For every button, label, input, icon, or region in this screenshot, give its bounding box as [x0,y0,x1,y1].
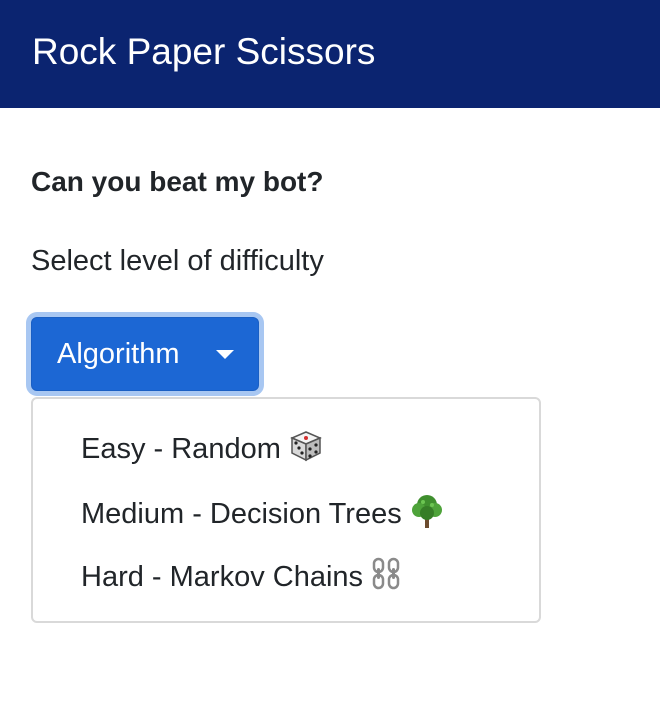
caret-down-icon [216,350,234,359]
algorithm-dropdown-label: Algorithm [57,338,180,370]
navbar: Rock Paper Scissors [0,0,660,108]
navbar-brand[interactable]: Rock Paper Scissors [32,30,375,74]
chain-icon [371,557,401,600]
dropdown-item-medium[interactable]: Medium - Decision Trees [33,479,539,543]
dice-icon [289,429,323,472]
tree-icon [410,493,444,538]
dropdown-item-hard[interactable]: Hard - Markov Chains [33,543,539,607]
dropdown-item-label: Easy - Random [81,433,281,466]
algorithm-dropdown-button[interactable]: Algorithm [31,317,259,391]
page-heading: Can you beat my bot? [31,166,324,197]
algorithm-dropdown-menu: Easy - Random Medium - Decision Trees Ha… [31,397,541,623]
dropdown-item-label: Hard - Markov Chains [81,561,364,594]
dropdown-item-label: Medium - Decision Trees [81,498,402,531]
difficulty-instruction: Select level of difficulty [31,245,324,277]
dropdown-item-easy[interactable]: Easy - Random [33,415,539,479]
